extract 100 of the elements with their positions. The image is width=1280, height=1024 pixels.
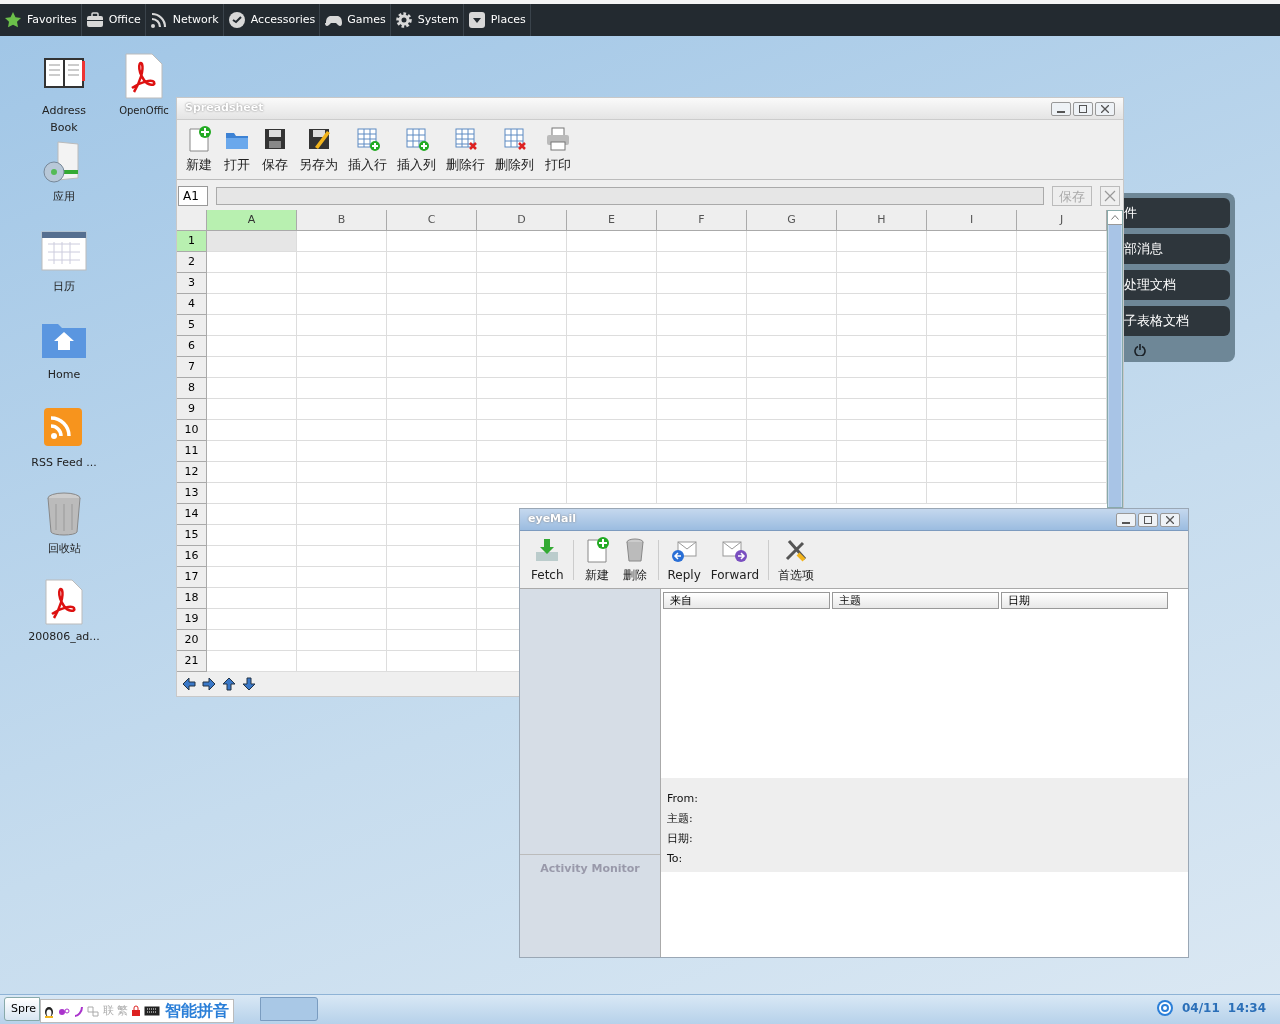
grid-cell[interactable] — [1017, 420, 1107, 441]
grid-cell[interactable] — [747, 273, 837, 294]
grid-cell[interactable] — [387, 462, 477, 483]
grid-cell[interactable] — [747, 462, 837, 483]
grid-cell[interactable] — [207, 651, 297, 672]
menu-item[interactable]: Office — [81, 4, 146, 36]
icon-label[interactable]: 应用 — [53, 188, 75, 205]
grid-cell[interactable] — [927, 462, 1017, 483]
grid-cell[interactable] — [387, 567, 477, 588]
minimize-button[interactable] — [1051, 101, 1071, 116]
grid-cell[interactable] — [837, 357, 927, 378]
grid-cell[interactable] — [747, 441, 837, 462]
grid-cell[interactable] — [927, 399, 1017, 420]
grid-cell[interactable] — [1017, 483, 1107, 504]
grid-cell[interactable] — [657, 441, 747, 462]
grid-cell[interactable] — [207, 483, 297, 504]
grid-cell[interactable] — [927, 252, 1017, 273]
taskbar-button[interactable] — [260, 997, 318, 1021]
grid-cell[interactable] — [477, 441, 567, 462]
row-header[interactable]: 20 — [177, 630, 207, 651]
arrow-right-button[interactable] — [201, 676, 217, 692]
grid-cell[interactable] — [567, 462, 657, 483]
grid-cell[interactable] — [1017, 294, 1107, 315]
grid-cell[interactable] — [747, 357, 837, 378]
grid-cell[interactable] — [297, 546, 387, 567]
grid-cell[interactable] — [387, 504, 477, 525]
icon-label[interactable]: RSS Feed ... — [31, 454, 97, 471]
grid-cell[interactable] — [657, 378, 747, 399]
column-header[interactable]: 来自 — [663, 592, 830, 609]
grid-cell[interactable] — [747, 294, 837, 315]
grid-cell[interactable] — [297, 483, 387, 504]
grid-cell[interactable] — [477, 294, 567, 315]
grid-cell[interactable] — [1017, 462, 1107, 483]
grid-cell[interactable] — [297, 378, 387, 399]
grid-cell[interactable] — [297, 441, 387, 462]
icon-label[interactable]: 200806_ad... — [28, 628, 100, 645]
row-header[interactable]: 6 — [177, 336, 207, 357]
grid-cell[interactable] — [837, 294, 927, 315]
grid-cell[interactable] — [387, 420, 477, 441]
grid-cell[interactable] — [297, 630, 387, 651]
grid-cell[interactable] — [297, 357, 387, 378]
row-header[interactable]: 17 — [177, 567, 207, 588]
arrow-left-button[interactable] — [181, 676, 197, 692]
grid-cell[interactable] — [657, 273, 747, 294]
row-header[interactable]: 19 — [177, 609, 207, 630]
toolbar-button[interactable]: 新建 — [577, 535, 616, 584]
grid-cell[interactable] — [837, 462, 927, 483]
menu-item[interactable]: System — [390, 4, 464, 36]
toolbar-button[interactable]: Fetch — [526, 535, 569, 584]
grid-cell[interactable] — [297, 609, 387, 630]
grid-cell[interactable] — [747, 378, 837, 399]
grid-cell[interactable] — [927, 315, 1017, 336]
grid-cell[interactable] — [747, 252, 837, 273]
grid-cell[interactable] — [387, 441, 477, 462]
column-header[interactable]: I — [927, 210, 1017, 231]
row-header[interactable]: 16 — [177, 546, 207, 567]
grid-cell[interactable] — [387, 378, 477, 399]
grid-cell[interactable] — [927, 378, 1017, 399]
icon-label[interactable]: 回收站 — [47, 540, 81, 557]
taskbar-button[interactable]: Spre — [4, 997, 40, 1021]
row-header[interactable]: 7 — [177, 357, 207, 378]
grid-cell[interactable] — [837, 441, 927, 462]
grid-cell[interactable] — [297, 588, 387, 609]
grid-cell[interactable] — [297, 525, 387, 546]
grid-cell[interactable] — [567, 441, 657, 462]
toolbar-button[interactable]: 保存 — [259, 124, 291, 175]
column-header[interactable]: H — [837, 210, 927, 231]
grid-cell[interactable] — [1017, 252, 1107, 273]
grid-cell[interactable] — [1017, 336, 1107, 357]
grid-cell[interactable] — [927, 420, 1017, 441]
grid-cell[interactable] — [477, 462, 567, 483]
row-header[interactable]: 21 — [177, 651, 207, 672]
grid-cell[interactable] — [297, 504, 387, 525]
close-button[interactable] — [1160, 512, 1180, 527]
grid-cell[interactable] — [387, 252, 477, 273]
column-header[interactable]: B — [297, 210, 387, 231]
grid-cell[interactable] — [207, 378, 297, 399]
grid-cell[interactable] — [207, 504, 297, 525]
grid-cell[interactable] — [297, 336, 387, 357]
grid-cell[interactable] — [1017, 273, 1107, 294]
row-header[interactable]: 5 — [177, 315, 207, 336]
grid-cell[interactable] — [837, 252, 927, 273]
grid-cell[interactable] — [297, 399, 387, 420]
grid-cell[interactable] — [927, 357, 1017, 378]
toolbar-button[interactable]: 插入行 — [346, 124, 389, 175]
grid-cell[interactable] — [477, 399, 567, 420]
grid-cell[interactable] — [657, 252, 747, 273]
grid-cell[interactable] — [567, 357, 657, 378]
grid-cell[interactable] — [387, 336, 477, 357]
toolbar-button[interactable]: Reply — [662, 535, 706, 584]
icon-label[interactable]: Home — [47, 366, 81, 383]
grid-cell[interactable] — [657, 399, 747, 420]
row-header[interactable]: 1 — [177, 231, 207, 252]
grid-cell[interactable] — [387, 315, 477, 336]
row-header[interactable]: 4 — [177, 294, 207, 315]
minimize-button[interactable] — [1116, 512, 1136, 527]
grid-cell[interactable] — [567, 378, 657, 399]
grid-cell[interactable] — [837, 273, 927, 294]
grid-cell[interactable] — [567, 294, 657, 315]
column-header[interactable]: C — [387, 210, 477, 231]
